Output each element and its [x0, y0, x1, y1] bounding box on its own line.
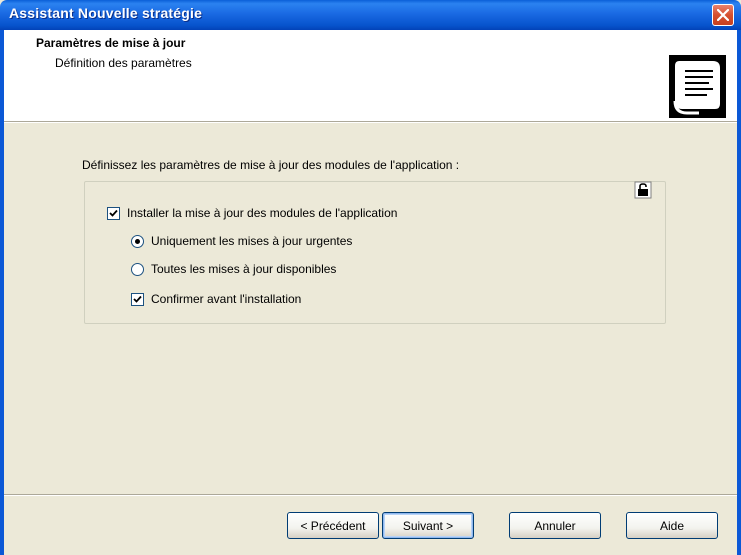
confirm-install-label: Confirmer avant l'installation	[151, 292, 302, 306]
install-updates-checkbox[interactable]: Installer la mise à jour des modules de …	[107, 206, 397, 220]
page-subtitle: Définition des paramètres	[55, 56, 192, 70]
all-updates-label: Toutes les mises à jour disponibles	[151, 262, 337, 276]
checkmark-icon	[109, 209, 118, 217]
checkmark-icon	[133, 295, 142, 303]
urgent-updates-label: Uniquement les mises à jour urgentes	[151, 234, 353, 248]
close-button[interactable]	[712, 4, 734, 26]
help-button[interactable]: Aide	[626, 512, 718, 539]
urgent-updates-radio[interactable]: Uniquement les mises à jour urgentes	[131, 234, 352, 248]
page-title: Paramètres de mise à jour	[36, 36, 186, 50]
instruction-text: Définissez les paramètres de mise à jour…	[82, 158, 460, 172]
checkbox-checked[interactable]	[131, 292, 144, 306]
radio-unselected[interactable]	[131, 262, 144, 276]
scroll-document-icon	[669, 55, 726, 118]
lock-icon[interactable]	[633, 180, 653, 200]
confirm-install-checkbox[interactable]: Confirmer avant l'installation	[131, 292, 301, 306]
close-icon	[717, 9, 729, 21]
radio-selected[interactable]	[131, 234, 144, 248]
checkbox-checked[interactable]	[107, 206, 120, 220]
all-updates-radio[interactable]: Toutes les mises à jour disponibles	[131, 262, 336, 276]
window-title: Assistant Nouvelle stratégie	[9, 5, 203, 21]
window-frame-right	[737, 30, 741, 555]
title-bar: Assistant Nouvelle stratégie	[0, 0, 741, 30]
cancel-button[interactable]: Annuler	[509, 512, 601, 539]
next-button[interactable]: Suivant >	[382, 512, 474, 539]
install-updates-label: Installer la mise à jour des modules de …	[127, 206, 398, 220]
previous-button[interactable]: < Précédent	[287, 512, 379, 539]
wizard-window: Assistant Nouvelle stratégie Paramètres …	[0, 0, 741, 555]
